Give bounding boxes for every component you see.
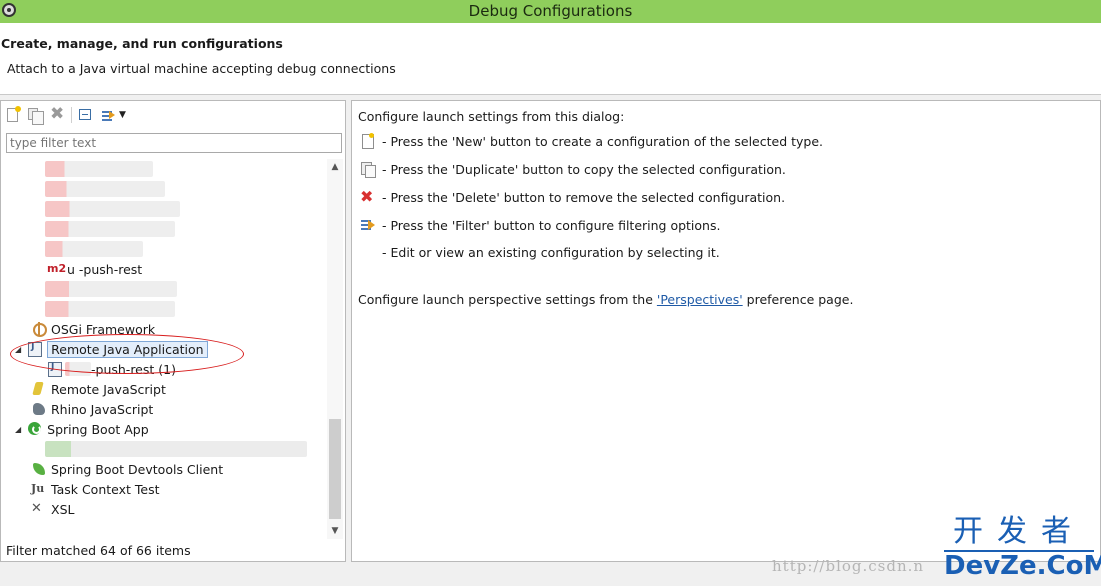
delete-icon: ✖: [50, 104, 65, 124]
delete-icon: ✖: [360, 187, 374, 206]
filter-icon: [360, 217, 376, 233]
scroll-down-icon[interactable]: ▼: [327, 523, 343, 539]
blurred-item: [45, 281, 177, 297]
watermark-logo-en: DevZe.CoM: [944, 550, 1101, 581]
dialog-header: Create, manage, and run configurations A…: [0, 23, 1101, 95]
highlight-annotation: [10, 334, 244, 374]
instruction-text: - Press the 'Duplicate' button to copy t…: [382, 161, 786, 177]
collapse-all-button[interactable]: [78, 107, 94, 123]
xsl-icon: ✕: [31, 501, 42, 516]
new-config-icon: [360, 133, 376, 149]
configurations-pane: ✖ ▼ m2 u -push-rest OSGi Framework ◢: [0, 100, 346, 562]
instruction-text: - Press the 'Delete' button to remove th…: [382, 189, 786, 205]
tree-item-label: Remote JavaScript: [51, 381, 166, 397]
blurred-item: [45, 201, 180, 217]
blurred-item: [45, 441, 307, 457]
blurred-item: [45, 181, 165, 197]
tree-scrollbar[interactable]: ▲ ▼: [327, 159, 343, 539]
spring-devtools-icon: [31, 461, 47, 477]
tree-item-task-context-test[interactable]: Ju Task Context Test: [31, 479, 160, 499]
tree-item-label: Task Context Test: [51, 481, 160, 497]
tree-item-label: Spring Boot App: [47, 421, 149, 437]
scroll-up-icon[interactable]: ▲: [327, 159, 343, 175]
config-toolbar: ✖ ▼: [5, 104, 126, 125]
instructions-pane: Configure launch settings from this dial…: [351, 100, 1101, 562]
header-title: Create, manage, and run configurations: [1, 36, 283, 51]
tree-item-m2-push-rest[interactable]: m2 u -push-rest: [47, 259, 142, 279]
watermark-logo: 开发者 DevZe.CoM: [944, 514, 1101, 581]
window-title: Debug Configurations: [468, 2, 633, 20]
tree-item-rhino-javascript[interactable]: Rhino JavaScript: [31, 399, 153, 419]
instruction-text: - Edit or view an existing configuration…: [382, 245, 720, 260]
instruction-delete: ✖ - Press the 'Delete' button to remove …: [360, 189, 785, 205]
watermark-logo-cn: 开发者: [953, 514, 1085, 549]
toolbar-separator: [71, 107, 72, 123]
remote-javascript-icon: [31, 381, 47, 397]
instruction-text: - Press the 'New' button to create a con…: [382, 133, 823, 149]
duplicate-icon: [360, 161, 376, 178]
osgi-icon: [31, 321, 47, 337]
spring-boot-icon: [27, 421, 43, 437]
collapse-all-icon: [79, 109, 91, 120]
maven-icon: m2: [47, 262, 67, 275]
rhino-icon: [31, 401, 47, 417]
tree-item-spring-devtools[interactable]: Spring Boot Devtools Client: [31, 459, 223, 479]
filter-button[interactable]: [100, 107, 116, 123]
tree-item-xsl[interactable]: ✕ XSL: [31, 499, 74, 519]
header-message: Attach to a Java virtual machine accepti…: [7, 61, 396, 76]
blurred-item: [45, 301, 175, 317]
instruction-edit: - Edit or view an existing configuration…: [382, 245, 720, 260]
task-context-icon: Ju: [31, 482, 45, 495]
scroll-thumb[interactable]: [329, 419, 341, 519]
instruction-duplicate: - Press the 'Duplicate' button to copy t…: [360, 161, 786, 178]
tree-item-spring-boot-app[interactable]: ◢ Spring Boot App: [15, 419, 149, 439]
dropdown-arrow-icon[interactable]: ▼: [119, 110, 126, 120]
title-bar: Debug Configurations: [0, 0, 1101, 23]
delete-button[interactable]: ✖: [49, 104, 65, 124]
instruction-text: - Press the 'Filter' button to configure…: [382, 217, 721, 233]
new-config-button[interactable]: [5, 106, 21, 123]
blurred-item: [45, 161, 153, 177]
filter-status: Filter matched 64 of 66 items: [6, 543, 191, 558]
instruction-filter: - Press the 'Filter' button to configure…: [360, 217, 720, 233]
instruction-new: - Press the 'New' button to create a con…: [360, 133, 823, 149]
dialog-button-area: [0, 562, 1101, 586]
blurred-item: [45, 241, 143, 257]
perspective-prefix: Configure launch perspective settings fr…: [358, 292, 657, 307]
tree-item-label: Rhino JavaScript: [51, 401, 154, 417]
duplicate-icon: [28, 108, 44, 125]
config-tree: m2 u -push-rest OSGi Framework ◢ Remote …: [1, 159, 327, 539]
tree-item-label: Spring Boot Devtools Client: [51, 461, 224, 477]
watermark-url: http://blog.csdn.n: [772, 557, 925, 575]
instructions-intro: Configure launch settings from this dial…: [358, 109, 625, 124]
perspective-suffix: preference page.: [742, 292, 854, 307]
expand-toggle-icon[interactable]: ◢: [15, 425, 21, 434]
perspectives-link[interactable]: 'Perspectives': [657, 292, 743, 307]
tree-item-label: XSL: [51, 501, 75, 517]
duplicate-button[interactable]: [27, 107, 44, 125]
tree-item-label: u -push-rest: [67, 261, 143, 277]
filter-input[interactable]: [6, 133, 342, 153]
perspective-line: Configure launch perspective settings fr…: [358, 292, 853, 307]
tree-item-remote-javascript[interactable]: Remote JavaScript: [31, 379, 166, 399]
filter-icon: [100, 108, 116, 122]
new-config-icon: [7, 106, 21, 122]
blurred-item: [45, 221, 175, 237]
